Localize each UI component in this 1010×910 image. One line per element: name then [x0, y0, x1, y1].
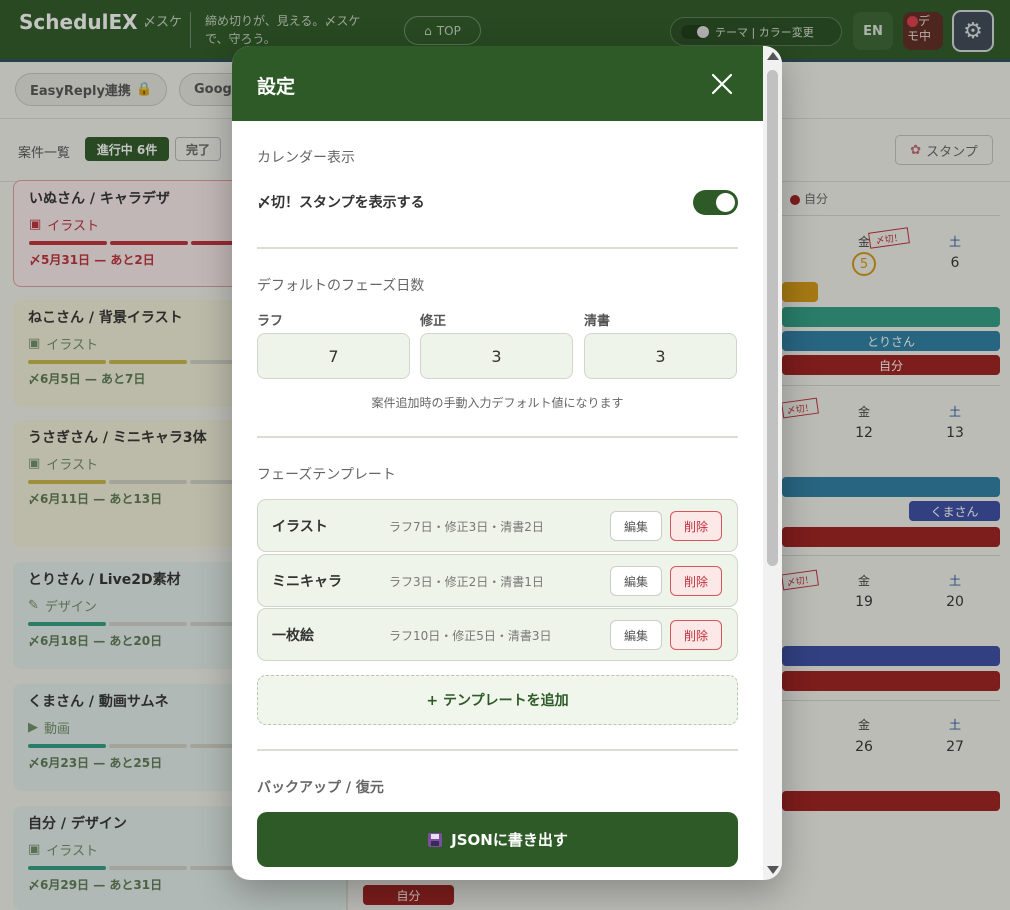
- calendar-section-title: カレンダー表示: [257, 150, 355, 166]
- template-name: イラスト: [272, 519, 328, 535]
- template-name: ミニキャラ: [272, 574, 342, 590]
- edit-template-button[interactable]: 編集: [610, 511, 662, 541]
- floppy-disk-icon: [428, 832, 443, 847]
- delete-template-button[interactable]: 削除: [670, 620, 722, 650]
- cleanup-label: 清書: [584, 314, 611, 329]
- rough-days-input[interactable]: 7: [257, 333, 410, 379]
- section-divider: [257, 436, 738, 438]
- scroll-up-arrow-icon[interactable]: [767, 52, 779, 60]
- template-summary: ラフ3日・修正2日・清書1日: [389, 575, 544, 589]
- delete-template-button[interactable]: 削除: [670, 566, 722, 596]
- section-divider: [257, 247, 738, 249]
- revision-label: 修正: [420, 314, 447, 329]
- template-row: 一枚絵 ラフ10日・修正5日・清書3日 編集 削除: [257, 608, 738, 661]
- template-section-title: フェーズテンプレート: [257, 467, 396, 483]
- cleanup-days-input[interactable]: 3: [584, 333, 737, 379]
- modal-title: 設定: [257, 76, 296, 98]
- export-label: JSONに書き出す: [451, 831, 568, 849]
- stamp-toggle-label: 〆切！スタンプを表示する: [257, 195, 425, 211]
- backup-section-title: バックアップ / 復元: [257, 780, 384, 796]
- export-json-button[interactable]: JSONに書き出す: [257, 812, 738, 867]
- template-summary: ラフ7日・修正3日・清書2日: [389, 520, 544, 534]
- phase-days-section-title: デフォルトのフェーズ日数: [257, 278, 425, 294]
- modal-scrollbar[interactable]: [763, 46, 782, 880]
- template-summary: ラフ10日・修正5日・清書3日: [389, 629, 552, 643]
- phase-days-hint: 案件追加時の手動入力デフォルト値になります: [371, 396, 624, 410]
- scrollbar-thumb[interactable]: [767, 70, 778, 566]
- rough-label: ラフ: [257, 314, 284, 329]
- template-row: ミニキャラ ラフ3日・修正2日・清書1日 編集 削除: [257, 554, 738, 607]
- add-template-button[interactable]: + テンプレートを追加: [257, 675, 738, 725]
- template-row: イラスト ラフ7日・修正3日・清書2日 編集 削除: [257, 499, 738, 552]
- edit-template-button[interactable]: 編集: [610, 566, 662, 596]
- template-name: 一枚絵: [272, 628, 314, 644]
- stamp-toggle[interactable]: [693, 190, 738, 215]
- section-divider: [257, 749, 738, 751]
- modal-header: 設定: [232, 46, 763, 121]
- edit-template-button[interactable]: 編集: [610, 620, 662, 650]
- close-icon[interactable]: [708, 70, 736, 98]
- delete-template-button[interactable]: 削除: [670, 511, 722, 541]
- scroll-down-arrow-icon[interactable]: [767, 866, 779, 874]
- revision-days-input[interactable]: 3: [420, 333, 573, 379]
- settings-modal: 設定 カレンダー表示 〆切！スタンプを表示する デフォルトのフェーズ日数 ラフ …: [232, 46, 782, 880]
